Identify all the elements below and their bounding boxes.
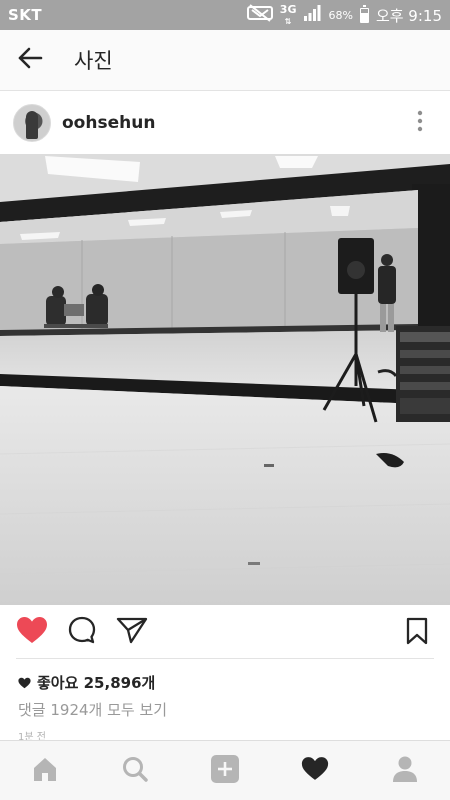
status-bar: SKT 3G ⇅ 68% 오후 9:15 <box>0 0 450 30</box>
likes-count[interactable]: 좋아요 25,896개 <box>18 672 155 693</box>
profile-icon <box>392 755 418 787</box>
more-options-button[interactable] <box>408 110 432 136</box>
status-icons: 3G ⇅ 68% 오후 9:15 <box>246 4 442 26</box>
back-button[interactable] <box>0 30 60 91</box>
app-header: 사진 <box>0 30 450 91</box>
like-button[interactable] <box>15 615 49 649</box>
clock: 오후 9:15 <box>375 6 442 25</box>
battery-icon <box>359 4 369 23</box>
nav-home[interactable] <box>15 742 75 800</box>
nav-profile[interactable] <box>375 742 435 800</box>
data-arrows-icon: ⇅ <box>284 17 292 26</box>
bottom-nav <box>0 740 450 800</box>
mute-icon <box>246 4 273 26</box>
bookmark-icon <box>406 617 428 649</box>
home-icon <box>31 756 59 786</box>
comment-button[interactable] <box>65 615 99 649</box>
small-heart-icon <box>18 677 31 689</box>
view-all-comments-link[interactable]: 댓글 1924개 모두 보기 <box>18 699 167 720</box>
avatar[interactable] <box>13 104 51 142</box>
network-type: 3G ⇅ <box>280 4 297 26</box>
more-vertical-icon <box>417 110 423 136</box>
battery-percent: 68% <box>328 8 353 22</box>
share-button[interactable] <box>115 615 149 649</box>
post-photo[interactable] <box>0 154 450 605</box>
back-arrow-icon <box>17 46 43 74</box>
add-post-icon <box>210 754 240 788</box>
search-icon <box>121 755 149 787</box>
likes-text: 좋아요 25,896개 <box>37 674 156 692</box>
nav-search[interactable] <box>105 742 165 800</box>
post-header: oohsehun <box>0 92 450 154</box>
nav-activity[interactable] <box>285 742 345 800</box>
heart-icon <box>16 616 48 648</box>
comment-icon <box>67 615 97 649</box>
send-icon <box>116 615 148 649</box>
network-label: 3G <box>279 3 297 16</box>
activity-heart-icon <box>301 756 329 785</box>
actions-divider <box>16 658 434 659</box>
nav-add-post[interactable] <box>195 742 255 800</box>
bookmark-button[interactable] <box>404 617 430 649</box>
carrier-label: SKT <box>8 6 43 24</box>
signal-icon <box>303 5 321 25</box>
post-actions <box>0 605 450 659</box>
username[interactable]: oohsehun <box>62 113 155 133</box>
page-title: 사진 <box>74 49 113 73</box>
